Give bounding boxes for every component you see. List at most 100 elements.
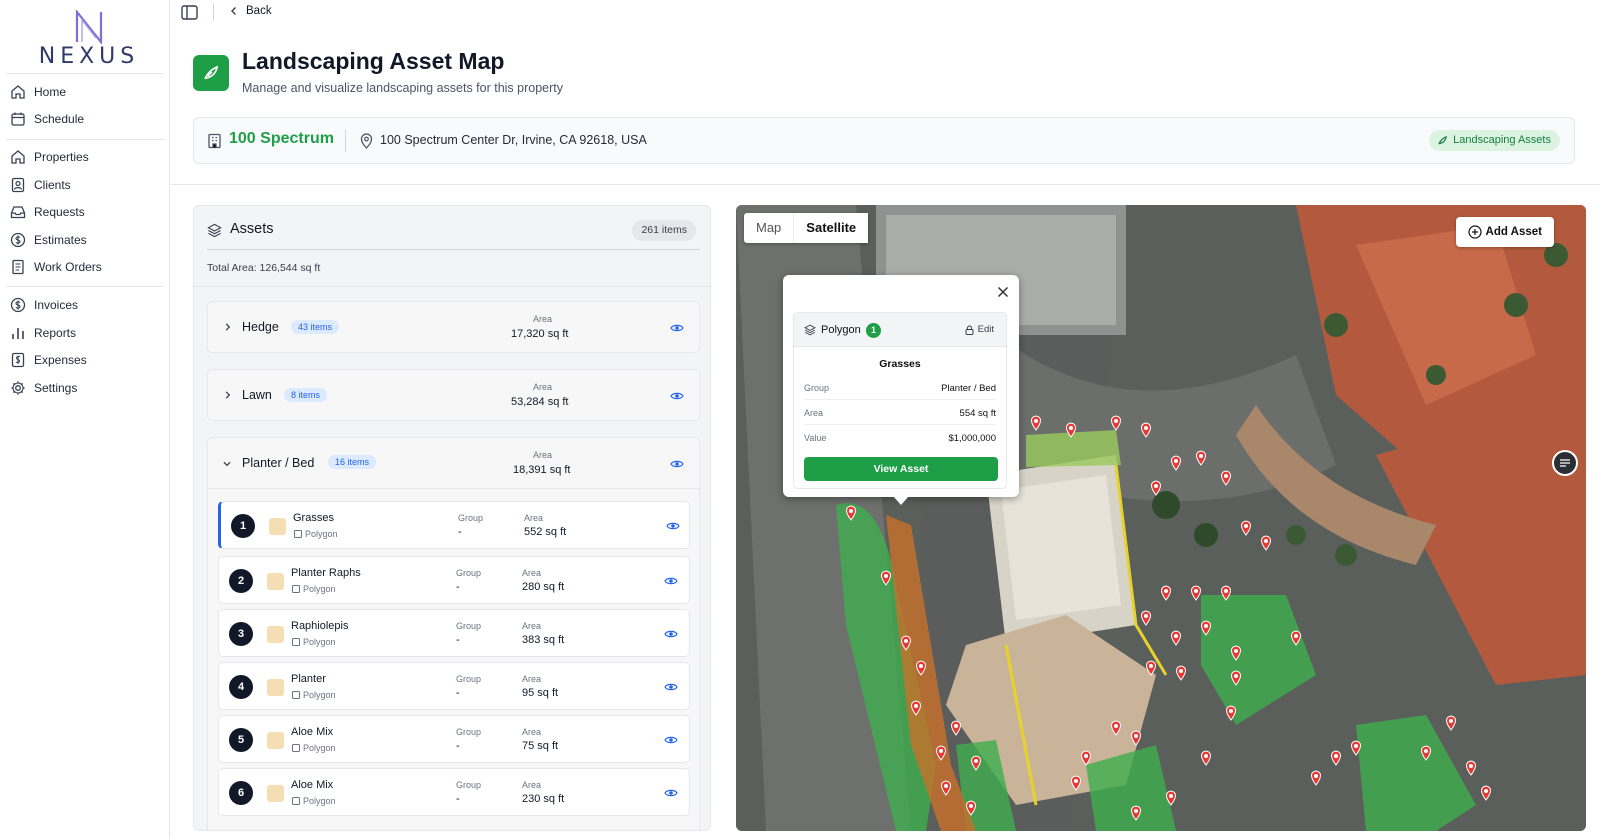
marker-pin-icon[interactable] xyxy=(936,745,946,761)
eye-icon[interactable] xyxy=(664,576,678,586)
marker-pin-icon[interactable] xyxy=(846,505,856,521)
marker-pin-icon[interactable] xyxy=(1291,630,1301,646)
marker-pin-icon[interactable] xyxy=(971,755,981,771)
nav-item-clients[interactable]: Clients xyxy=(10,172,160,198)
marker-pin-icon[interactable] xyxy=(1161,585,1171,601)
marker-pin-icon[interactable] xyxy=(1351,740,1361,756)
marker-pin-icon[interactable] xyxy=(1196,450,1206,466)
asset-group-lawn[interactable]: Lawn 8 items Area 53,284 sq ft xyxy=(207,369,700,421)
nav-item-requests[interactable]: Requests xyxy=(10,199,160,225)
popup-edit-button[interactable]: Edit xyxy=(965,324,994,335)
eye-icon[interactable] xyxy=(664,682,678,692)
asset-item-row[interactable]: 4 Planter Polygon Group - Area 95 sq ft xyxy=(218,662,690,710)
map-side-handle[interactable] xyxy=(1552,450,1578,476)
eye-icon[interactable] xyxy=(670,459,684,469)
nav-divider xyxy=(6,286,164,287)
asset-group-hedge[interactable]: Hedge 43 items Area 17,320 sq ft xyxy=(207,301,700,353)
asset-item-row[interactable]: 1 Grasses Polygon Group - Area 552 sq ft xyxy=(218,501,690,549)
tab-satellite[interactable]: Satellite xyxy=(793,213,869,243)
marker-pin-icon[interactable] xyxy=(1466,760,1476,776)
eye-icon[interactable] xyxy=(670,391,684,401)
marker-pin-icon[interactable] xyxy=(1176,665,1186,681)
marker-pin-icon[interactable] xyxy=(951,720,961,736)
marker-pin-icon[interactable] xyxy=(1221,585,1231,601)
nav-item-estimates[interactable]: Estimates xyxy=(10,227,160,253)
marker-pin-icon[interactable] xyxy=(1331,750,1341,766)
marker-pin-icon[interactable] xyxy=(1231,645,1241,661)
close-icon[interactable] xyxy=(997,286,1009,298)
item-color-swatch xyxy=(267,573,284,590)
eye-icon[interactable] xyxy=(664,788,678,798)
marker-pin-icon[interactable] xyxy=(1166,790,1176,806)
marker-pin-icon[interactable] xyxy=(1081,750,1091,766)
eye-icon[interactable] xyxy=(666,521,680,531)
asset-item-row[interactable]: 5 Aloe Mix Polygon Group - Area 75 sq ft xyxy=(218,715,690,763)
marker-pin-icon[interactable] xyxy=(901,635,911,651)
tab-map[interactable]: Map xyxy=(744,213,793,243)
marker-pin-icon[interactable] xyxy=(1111,415,1121,431)
asset-item-row[interactable]: 2 Planter Raphs Polygon Group - Area 280… xyxy=(218,556,690,604)
nav-item-settings[interactable]: Settings xyxy=(10,375,160,401)
nav-item-home[interactable]: Home xyxy=(10,79,160,105)
document-icon xyxy=(12,259,24,275)
nav-item-schedule[interactable]: Schedule xyxy=(10,106,160,132)
marker-pin-icon[interactable] xyxy=(1131,805,1141,821)
marker-pin-icon[interactable] xyxy=(1171,630,1181,646)
marker-pin-icon[interactable] xyxy=(1111,720,1121,736)
marker-pin-icon[interactable] xyxy=(1151,480,1161,496)
marker-pin-icon[interactable] xyxy=(1421,745,1431,761)
nexus-logo[interactable]: NEXUS xyxy=(34,10,144,69)
marker-pin-icon[interactable] xyxy=(1141,610,1151,626)
back-button[interactable]: Back xyxy=(229,5,272,17)
marker-pin-icon[interactable] xyxy=(1141,422,1151,438)
marker-pin-icon[interactable] xyxy=(1131,730,1141,746)
view-asset-button[interactable]: View Asset xyxy=(804,457,998,481)
eye-icon[interactable] xyxy=(670,323,684,333)
group-count-badge: 8 items xyxy=(284,388,328,402)
marker-pin-icon[interactable] xyxy=(941,780,951,796)
eye-icon[interactable] xyxy=(664,629,678,639)
marker-pin-icon[interactable] xyxy=(1201,620,1211,636)
marker-pin-icon[interactable] xyxy=(1226,705,1236,721)
sidebar-toggle-icon[interactable] xyxy=(181,5,198,20)
marker-pin-icon[interactable] xyxy=(1311,770,1321,786)
marker-pin-icon[interactable] xyxy=(1221,470,1231,486)
marker-pin-icon[interactable] xyxy=(1031,415,1041,431)
marker-pin-icon[interactable] xyxy=(966,800,976,816)
marker-pin-icon[interactable] xyxy=(1201,750,1211,766)
marker-pin-icon[interactable] xyxy=(1171,455,1181,471)
marker-pin-icon[interactable] xyxy=(1066,422,1076,438)
marker-pin-icon[interactable] xyxy=(1261,535,1271,551)
nav-item-reports[interactable]: Reports xyxy=(10,320,160,346)
logo-text: NEXUS xyxy=(38,44,140,69)
asset-item-row[interactable]: 6 Aloe Mix Polygon Group - Area 230 sq f… xyxy=(218,768,690,816)
eye-icon[interactable] xyxy=(664,735,678,745)
area-label: Area xyxy=(522,568,542,578)
marker-pin-icon[interactable] xyxy=(1146,660,1156,676)
marker-pin-icon[interactable] xyxy=(1071,775,1081,791)
marker-pin-icon[interactable] xyxy=(1481,785,1491,801)
chevron-down-icon[interactable] xyxy=(222,459,232,468)
marker-pin-icon[interactable] xyxy=(911,700,921,716)
satellite-map[interactable]: Map Satellite Add Asset Polygon 1 Edit G… xyxy=(736,205,1586,831)
item-type: Polygon xyxy=(303,690,336,700)
nav-item-invoices[interactable]: Invoices xyxy=(10,292,160,318)
chevron-right-icon[interactable] xyxy=(223,322,232,332)
marker-pin-icon[interactable] xyxy=(1241,520,1251,536)
nav-item-work-orders[interactable]: Work Orders xyxy=(10,254,160,280)
marker-pin-icon[interactable] xyxy=(916,660,926,676)
landscaping-assets-tag: Landscaping Assets xyxy=(1429,130,1560,151)
marker-pin-icon[interactable] xyxy=(1231,670,1241,686)
nav-item-properties[interactable]: Properties xyxy=(10,144,160,170)
item-group: - xyxy=(456,793,460,805)
asset-item-row[interactable]: 3 Raphiolepis Polygon Group - Area 383 s… xyxy=(218,609,690,657)
nav-divider xyxy=(6,139,164,140)
add-asset-button[interactable]: Add Asset xyxy=(1455,217,1554,247)
marker-pin-icon[interactable] xyxy=(1446,715,1456,731)
nav-item-expenses[interactable]: Expenses xyxy=(10,347,160,373)
group-area: 53,284 sq ft xyxy=(511,396,569,408)
chevron-right-icon[interactable] xyxy=(223,390,232,400)
marker-pin-icon[interactable] xyxy=(1191,585,1201,601)
property-name[interactable]: 100 Spectrum xyxy=(229,130,334,148)
marker-pin-icon[interactable] xyxy=(881,570,891,586)
